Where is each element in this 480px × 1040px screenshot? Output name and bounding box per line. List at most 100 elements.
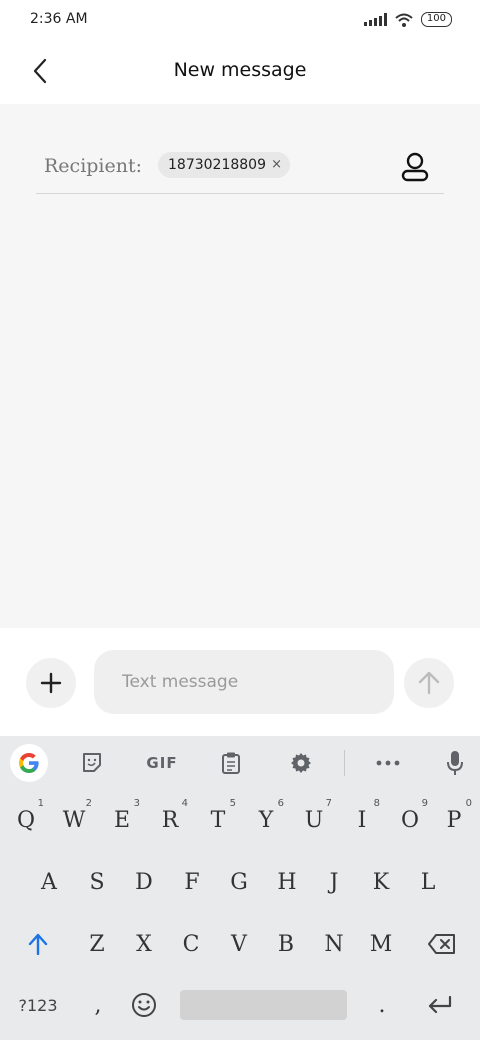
key-label: A	[41, 869, 57, 895]
key-z[interactable]: Z	[75, 916, 119, 972]
key-label: U	[304, 807, 324, 833]
key-label: H	[277, 869, 297, 895]
plus-icon	[40, 672, 62, 694]
google-icon	[19, 753, 39, 773]
mic-icon	[447, 751, 463, 775]
key-y[interactable]: Y6	[244, 792, 288, 848]
key-f[interactable]: F	[170, 854, 214, 910]
key-m[interactable]: M	[359, 916, 403, 972]
key-k[interactable]: K	[359, 854, 403, 910]
settings-button[interactable]	[283, 745, 319, 781]
key-label: O	[400, 807, 420, 833]
sticker-icon	[83, 753, 101, 772]
gif-button[interactable]: GIF	[142, 745, 182, 781]
backspace-icon	[428, 934, 455, 954]
key-e[interactable]: E3	[100, 792, 144, 848]
key-n[interactable]: N	[312, 916, 356, 972]
more-icon	[376, 760, 400, 766]
contact-picker-button[interactable]	[398, 150, 432, 184]
key-hint: 1	[37, 798, 44, 809]
recipient-row: Recipient: 18730218809 ×	[36, 140, 444, 194]
enter-key[interactable]	[418, 977, 462, 1033]
key-hint: 6	[277, 798, 284, 809]
key-hint: 7	[325, 798, 332, 809]
backspace-key[interactable]	[420, 916, 464, 972]
key-q[interactable]: Q1	[4, 792, 48, 848]
period-key[interactable]: .	[360, 977, 404, 1033]
key-hint: 9	[421, 798, 428, 809]
clipboard-button[interactable]	[213, 745, 249, 781]
key-i[interactable]: I8	[340, 792, 384, 848]
attach-button[interactable]	[26, 658, 76, 708]
status-time: 2:36 AM	[30, 11, 88, 27]
key-hint: 3	[133, 798, 140, 809]
toolbar-divider	[344, 750, 345, 776]
key-p[interactable]: P0	[432, 792, 476, 848]
soft-keyboard: GIF Q 1 W 2 E 3 R 4 T 5 Y 6 U 7 I 8 O 9 …	[0, 736, 480, 1040]
google-button[interactable]	[10, 744, 48, 782]
enter-icon	[428, 996, 452, 1014]
gif-label: GIF	[146, 754, 178, 772]
key-hint: 4	[181, 798, 188, 809]
more-button[interactable]	[370, 745, 406, 781]
key-x[interactable]: X	[122, 916, 166, 972]
message-input[interactable]	[94, 650, 394, 714]
key-j[interactable]: J	[312, 854, 356, 910]
key-label: L	[420, 869, 436, 895]
key-r[interactable]: R4	[148, 792, 192, 848]
key-label: .	[378, 992, 386, 1018]
key-label: B	[277, 931, 295, 957]
chip-remove-icon[interactable]: ×	[271, 152, 282, 178]
key-label: F	[184, 869, 200, 895]
key-hint: 2	[85, 798, 92, 809]
compose-area: Recipient: 18730218809 ×	[0, 104, 480, 628]
send-arrow-icon	[418, 671, 440, 695]
key-label: V	[231, 931, 247, 957]
contact-icon	[401, 152, 429, 182]
emoji-key[interactable]	[122, 977, 166, 1033]
key-label: R	[161, 807, 179, 833]
key-b[interactable]: B	[264, 916, 308, 972]
key-l[interactable]: L	[406, 854, 450, 910]
key-w[interactable]: W2	[52, 792, 96, 848]
key-d[interactable]: D	[122, 854, 166, 910]
symbols-key[interactable]: ?123	[12, 977, 64, 1033]
key-label: X	[136, 931, 152, 957]
app-header: New message	[0, 42, 480, 104]
key-o[interactable]: O9	[388, 792, 432, 848]
key-s[interactable]: S	[75, 854, 119, 910]
message-input-bar	[0, 628, 480, 736]
key-v[interactable]: V	[217, 916, 261, 972]
key-label: T	[210, 807, 226, 833]
key-a[interactable]: A	[27, 854, 71, 910]
emoji-icon	[132, 993, 156, 1017]
key-h[interactable]: H	[265, 854, 309, 910]
comma-key[interactable]: ,	[76, 977, 120, 1033]
page-title: New message	[173, 59, 307, 81]
key-label: D	[135, 869, 153, 895]
key-label: Q	[16, 807, 36, 833]
recipient-label: Recipient:	[44, 155, 143, 177]
sticker-button[interactable]	[74, 745, 110, 781]
key-hint: 8	[373, 798, 380, 809]
shift-icon	[28, 933, 48, 955]
space-key[interactable]	[180, 990, 347, 1020]
key-u[interactable]: U7	[292, 792, 336, 848]
signal-icon	[363, 13, 387, 26]
key-c[interactable]: C	[169, 916, 213, 972]
recipient-chip[interactable]: 18730218809 ×	[158, 152, 290, 178]
key-t[interactable]: T5	[196, 792, 240, 848]
key-label: C	[182, 931, 200, 957]
battery-indicator: 100	[420, 12, 452, 27]
key-label: N	[324, 931, 344, 957]
key-label: Y	[258, 807, 274, 833]
shift-key[interactable]	[16, 916, 60, 972]
key-label: K	[372, 869, 390, 895]
key-label: P	[446, 807, 462, 833]
key-label: G	[230, 869, 248, 895]
voice-input-button[interactable]	[437, 745, 473, 781]
keyboard-toolbar: GIF	[0, 736, 480, 790]
send-button[interactable]	[404, 658, 454, 708]
settings-icon	[291, 753, 311, 773]
key-g[interactable]: G	[217, 854, 261, 910]
